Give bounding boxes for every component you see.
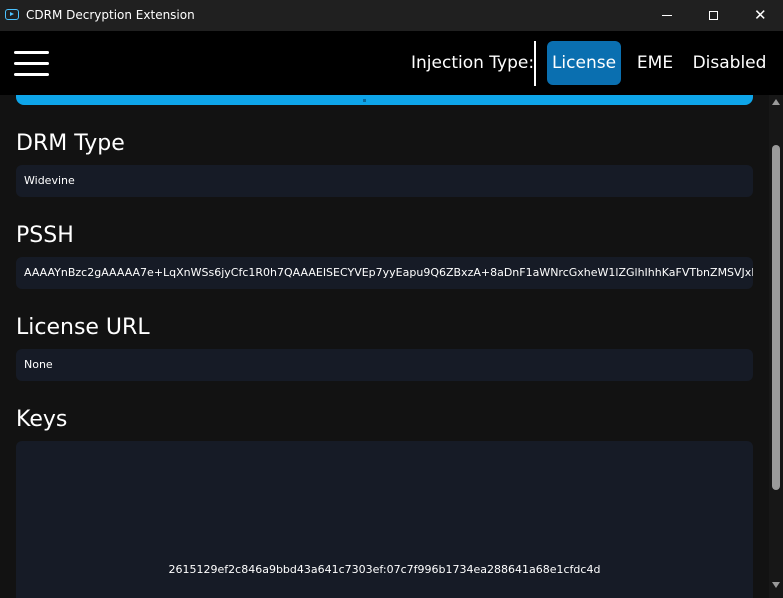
maximize-icon [709,11,718,20]
pssh-field[interactable]: AAAAYnBzc2gAAAAA7e+LqXnWSs6jyCfc1R0h7QAA… [16,257,753,289]
license-url-field[interactable]: None [16,349,753,381]
keys-textarea[interactable]: 2615129ef2c846a9bbd43a641c7303ef:07c7f99… [16,441,753,598]
injection-disabled-button[interactable]: Disabled [692,41,767,85]
top-banner[interactable] [16,95,753,105]
main-content: DRM Type Widevine PSSH AAAAYnBzc2gAAAAA7… [0,95,769,598]
scroll-down-arrow-icon[interactable] [772,582,780,588]
license-url-value: None [24,358,53,371]
nav-divider [534,41,536,86]
drm-type-value: Widevine [24,174,75,187]
window-title: CDRM Decryption Extension [26,8,195,22]
close-icon: ✕ [754,6,767,24]
hamburger-menu-icon[interactable] [14,51,49,76]
scroll-thumb[interactable] [772,145,780,490]
pssh-title: PSSH [16,223,74,248]
app-window: CDRM Decryption Extension ✕ Injection Ty… [0,0,783,598]
minimize-button[interactable] [645,0,691,31]
injection-type-label: Injection Type: [411,53,535,73]
drm-type-field[interactable]: Widevine [16,165,753,197]
pssh-value: AAAAYnBzc2gAAAAA7e+LqXnWSs6jyCfc1R0h7QAA… [24,266,753,279]
injection-eme-button[interactable]: EME [633,41,677,85]
drm-type-title: DRM Type [16,131,125,156]
title-bar: CDRM Decryption Extension ✕ [0,0,783,31]
nav-bar: Injection Type: License EME Disabled [0,31,783,95]
close-button[interactable]: ✕ [737,0,783,31]
minimize-icon [662,15,672,16]
play-screen-icon [5,9,19,20]
keys-title: Keys [16,407,68,432]
maximize-button[interactable] [691,0,737,31]
scroll-up-arrow-icon[interactable] [772,99,780,105]
injection-license-button[interactable]: License [547,41,621,85]
license-url-title: License URL [16,315,150,340]
vertical-scrollbar[interactable] [769,95,783,598]
key-entry: 2615129ef2c846a9bbd43a641c7303ef:07c7f99… [168,563,601,576]
